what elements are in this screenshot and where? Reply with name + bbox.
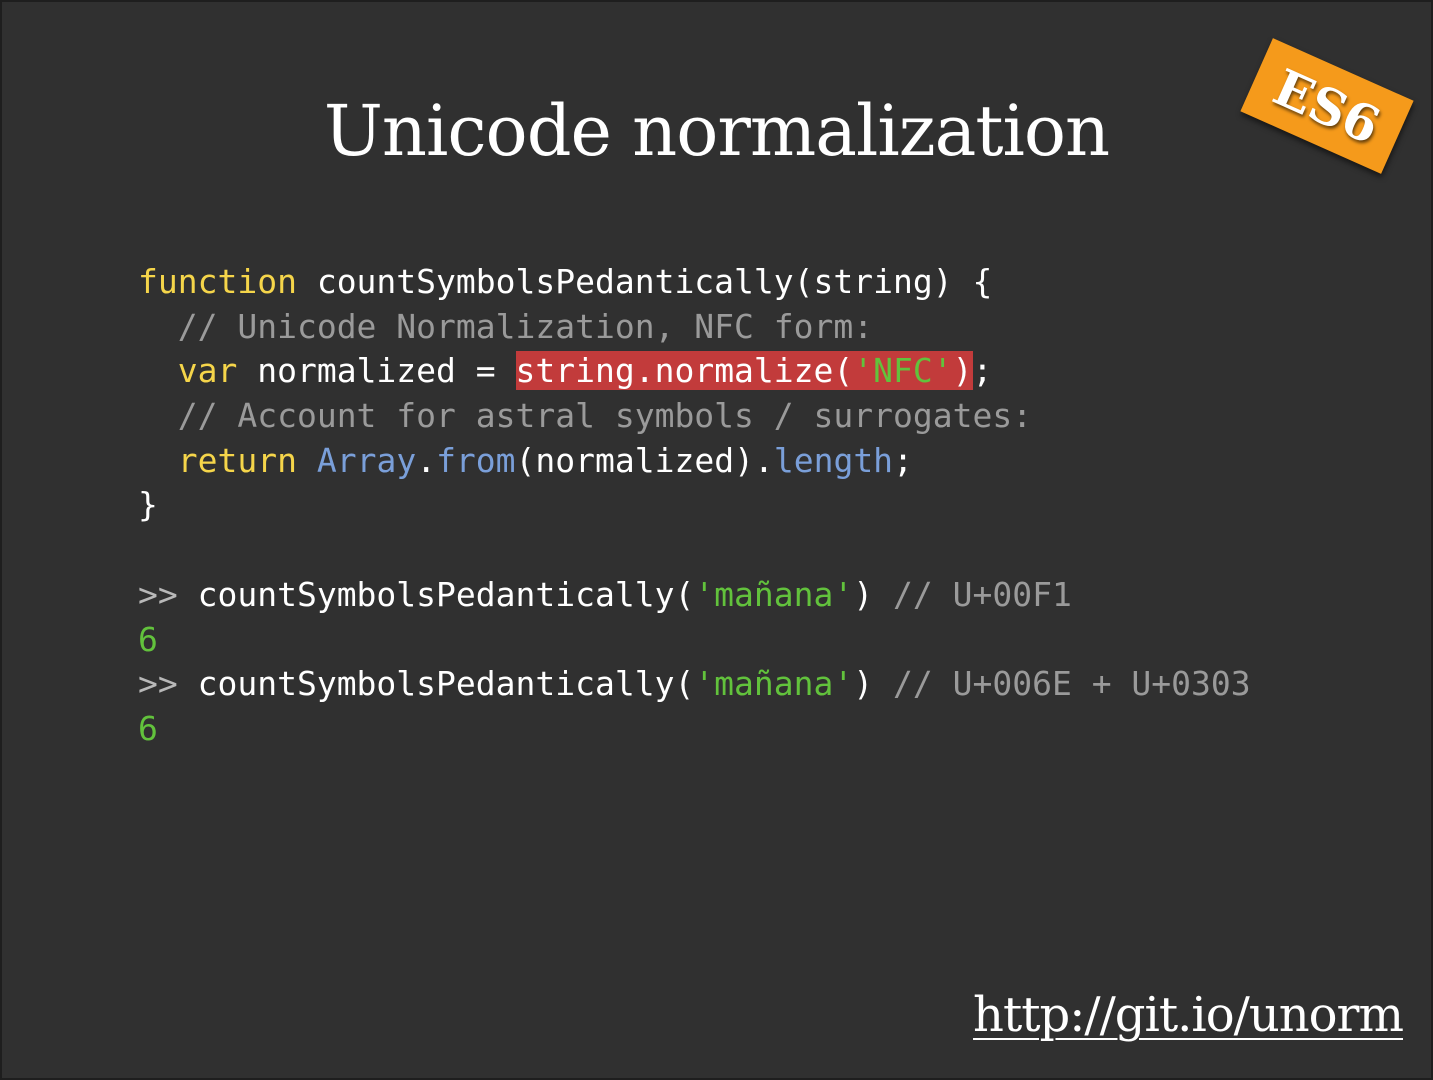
comment-astral: // Account for astral symbols / surrogat…: [177, 396, 1033, 436]
slide-title: Unicode normalization: [323, 90, 1110, 172]
comment-normalization: // Unicode Normalization, NFC form:: [177, 306, 874, 346]
closing-brace: }: [138, 485, 158, 525]
console-string-arg: 'mañana': [694, 574, 854, 614]
builtin-length: length: [773, 440, 894, 480]
builtin-from: from: [436, 440, 516, 480]
code-line-3: var normalized = string.normalize('NFC')…: [138, 349, 1251, 394]
console-call-close: ): [853, 664, 894, 704]
code-line-1: function countSymbolsPedantically(string…: [138, 260, 1251, 305]
var-assignment: normalized =: [237, 351, 516, 391]
console-result-2: 6: [138, 707, 1251, 752]
console-comment: // U+006E + U+0303: [893, 664, 1251, 704]
unorm-link[interactable]: http://git.io/unorm: [973, 987, 1404, 1043]
code-line-2: // Unicode Normalization, NFC form:: [138, 305, 1251, 350]
builtin-array: Array: [316, 440, 417, 480]
code-line-4: // Account for astral symbols / surrogat…: [138, 394, 1251, 439]
function-signature: countSymbolsPedantically(string) {: [296, 262, 993, 301]
console-result-1: 6: [138, 618, 1251, 663]
console-comment: // U+00F1: [893, 574, 1072, 614]
dot: .: [753, 440, 774, 480]
semicolon: ;: [893, 440, 913, 480]
console-string-arg: 'mañana': [694, 664, 854, 704]
nfc-string: 'NFC': [853, 351, 953, 391]
console-result: 6: [138, 619, 158, 659]
console-prompt: >>: [138, 574, 178, 614]
code-line-5: return Array.from(normalized).length;: [138, 439, 1251, 484]
highlighted-normalize-call: string.normalize('NFC'): [515, 351, 973, 391]
normalize-call-open: string.normalize(: [515, 351, 854, 391]
code-block: function countSymbolsPedantically(string…: [138, 260, 1251, 752]
console-call-close: ): [853, 574, 894, 614]
keyword-return: return: [177, 440, 297, 480]
semicolon: ;: [972, 351, 993, 391]
console-prompt: >>: [138, 664, 178, 704]
console-call: countSymbolsPedantically(: [177, 574, 695, 614]
dot: .: [416, 440, 437, 480]
normalize-call-close: ): [952, 351, 973, 391]
code-line-6: }: [138, 483, 1251, 528]
slide: Unicode normalization ES6 function count…: [0, 0, 1433, 1080]
console-call: countSymbolsPedantically(: [177, 664, 695, 704]
from-args: (normalized): [515, 440, 754, 480]
keyword-var: var: [177, 351, 238, 391]
console-result: 6: [138, 708, 158, 748]
keyword-function: function: [138, 262, 297, 301]
console-line-1: >> countSymbolsPedantically('mañana') //…: [138, 573, 1251, 618]
console-line-2: >> countSymbolsPedantically('mañana') //…: [138, 662, 1251, 707]
